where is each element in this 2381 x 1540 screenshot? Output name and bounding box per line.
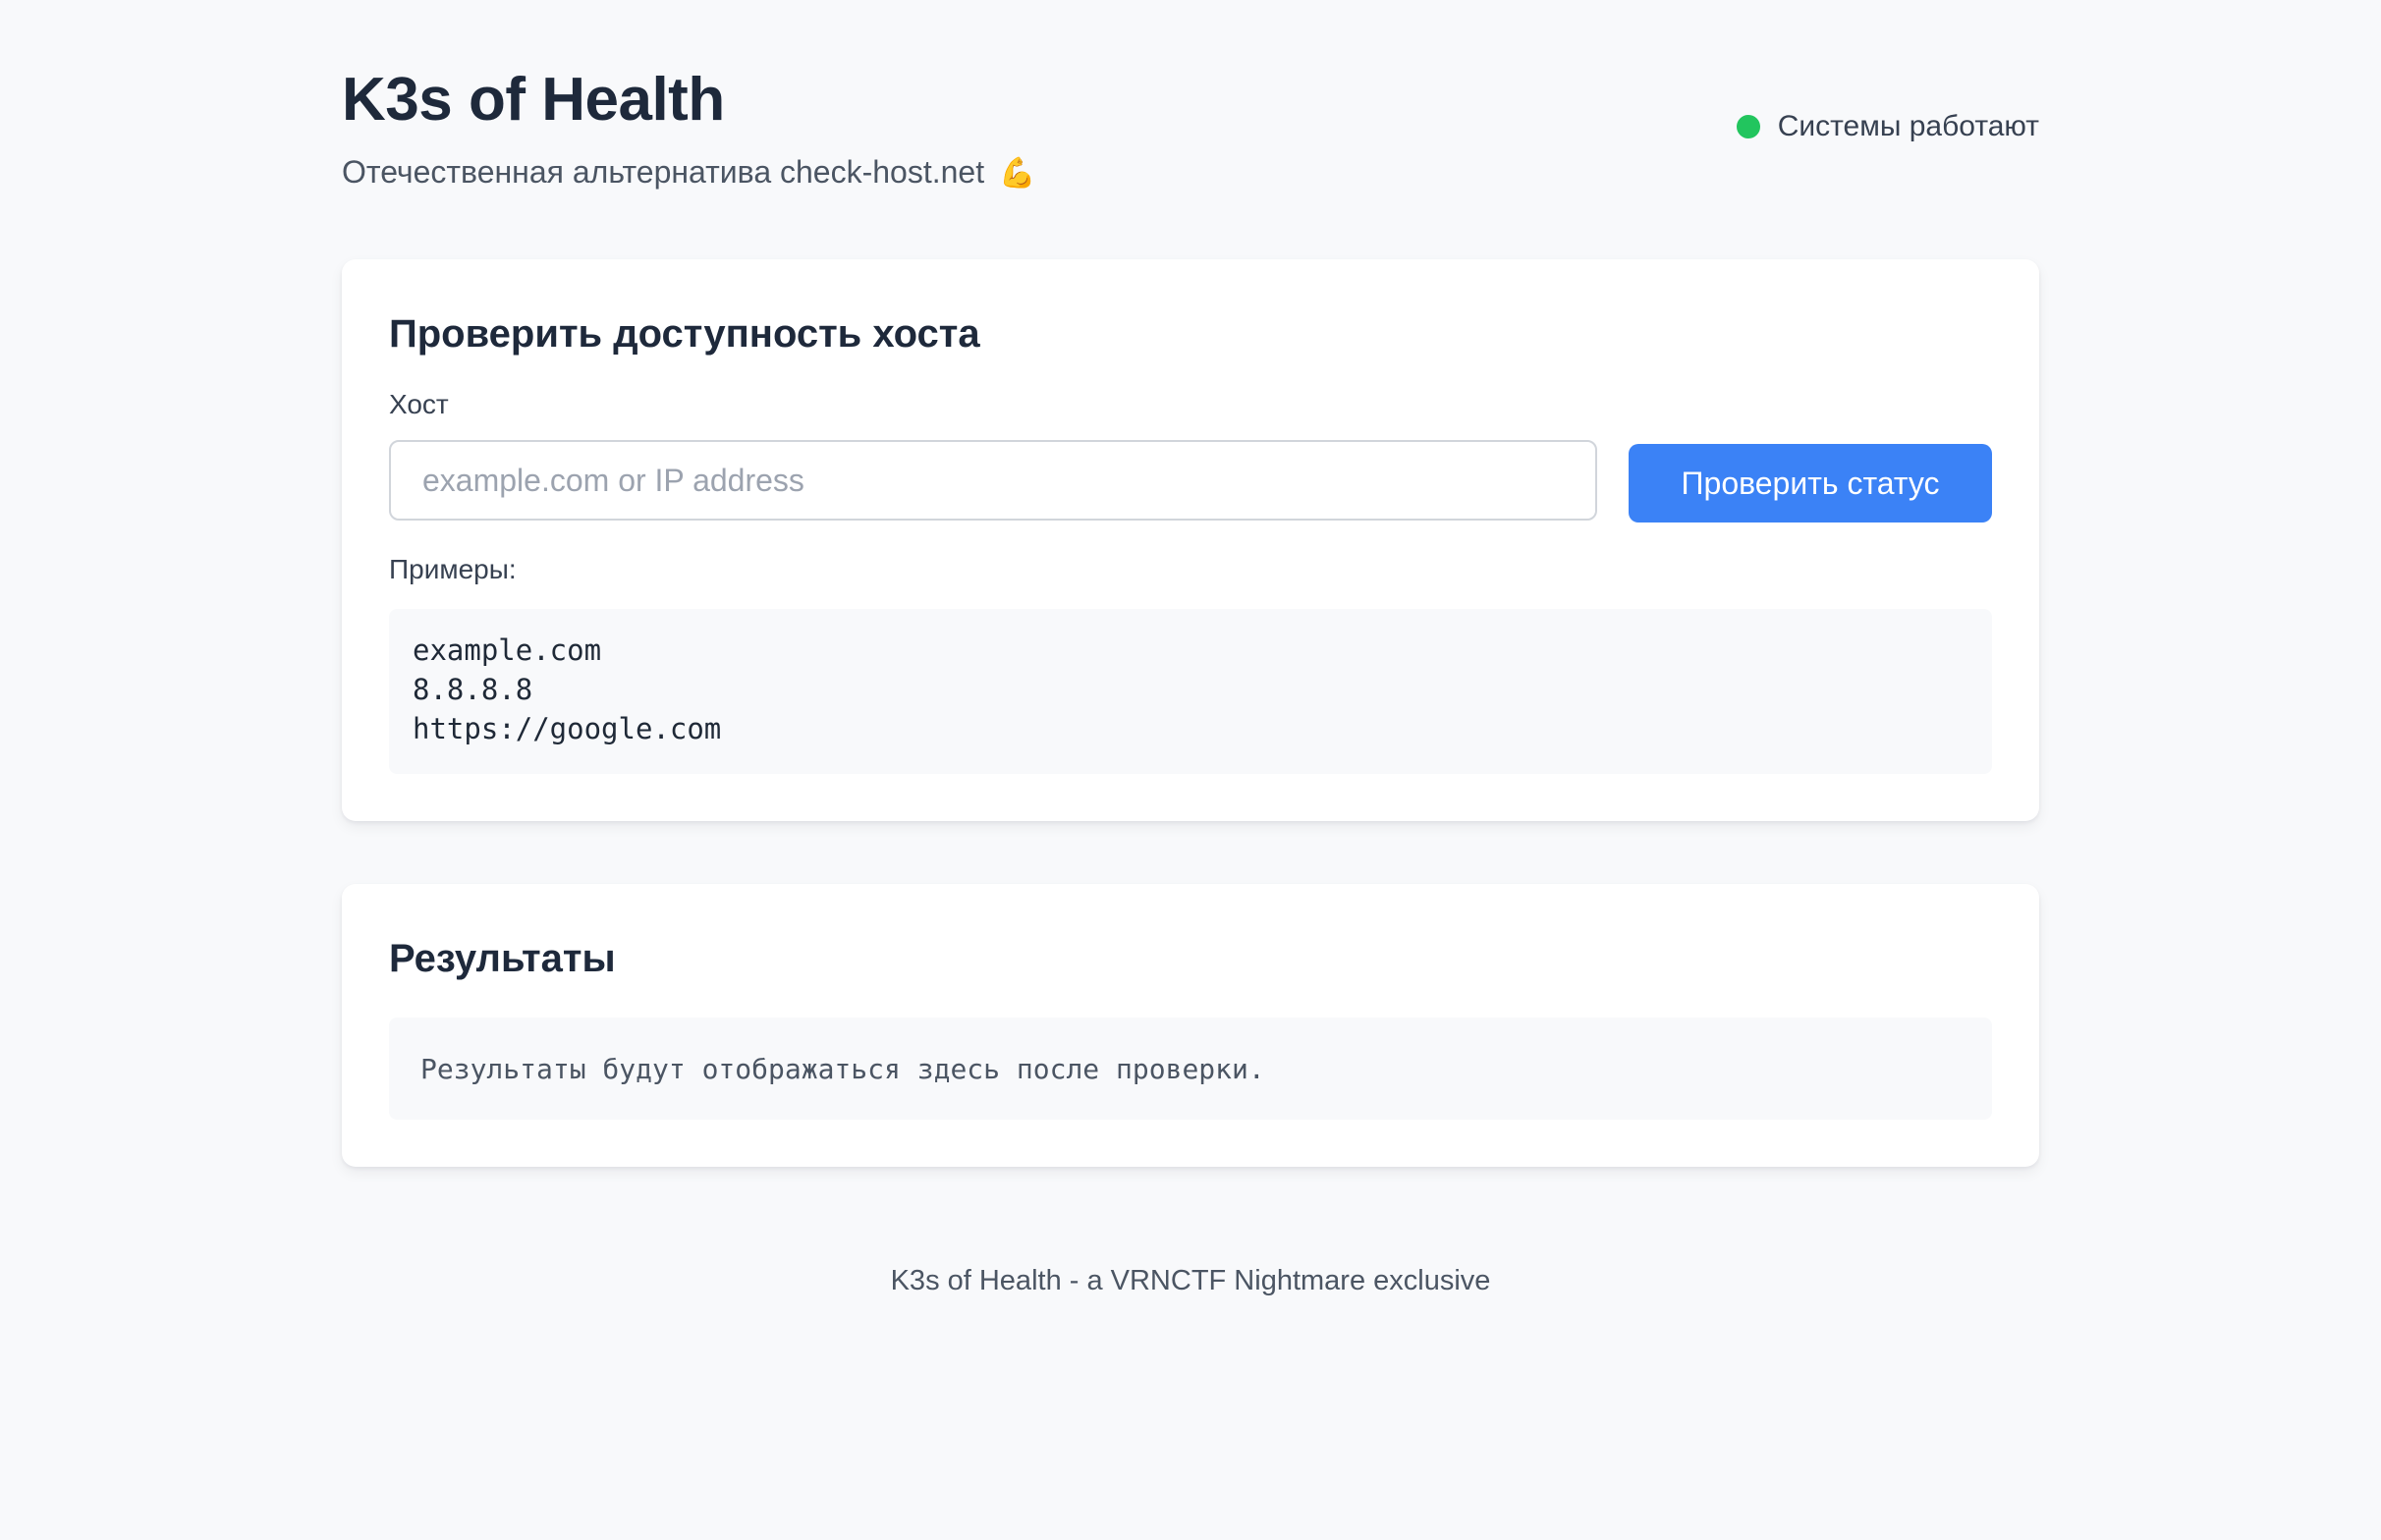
results-placeholder: Результаты будут отображаться здесь посл… [420, 1052, 1265, 1085]
check-card-title: Проверить доступность хоста [389, 312, 980, 356]
subtitle-text: Отечественная альтернатива check-host.ne… [342, 154, 985, 190]
host-label: Хост [389, 389, 449, 419]
example-item: 8.8.8.8 [413, 673, 533, 706]
app-subtitle: Отечественная альтернатива check-host.ne… [342, 149, 1035, 196]
examples-box: example.com 8.8.8.8 https://google.com [389, 609, 1992, 774]
page-header: K3s of Health Отечественная альтернатива… [342, 0, 2039, 259]
check-status-button[interactable]: Проверить статус [1629, 444, 1992, 522]
example-item: example.com [413, 633, 602, 667]
host-input[interactable] [389, 440, 1597, 521]
page-container: K3s of Health Отечественная альтернатива… [342, 0, 2039, 1296]
results-card: Результаты Результаты будут отображаться… [342, 884, 2039, 1167]
check-host-card: Проверить доступность хоста Хост Провери… [342, 259, 2039, 821]
footer-text: K3s of Health - a VRNCTF Nightmare exclu… [890, 1265, 1491, 1296]
flexed-biceps-icon: 💪 [999, 157, 1036, 190]
results-output: Результаты будут отображаться здесь посл… [389, 1018, 1992, 1120]
status-text: Системы работают [1777, 110, 2039, 142]
page-footer: K3s of Health - a VRNCTF Nightmare exclu… [342, 1257, 2039, 1304]
app-title: K3s of Health [342, 66, 725, 134]
example-item: https://google.com [413, 712, 722, 745]
system-status: Системы работают [1736, 110, 2039, 143]
examples-label: Примеры: [389, 554, 517, 584]
status-dot-icon [1736, 115, 1760, 138]
results-card-title: Результаты [389, 937, 616, 980]
